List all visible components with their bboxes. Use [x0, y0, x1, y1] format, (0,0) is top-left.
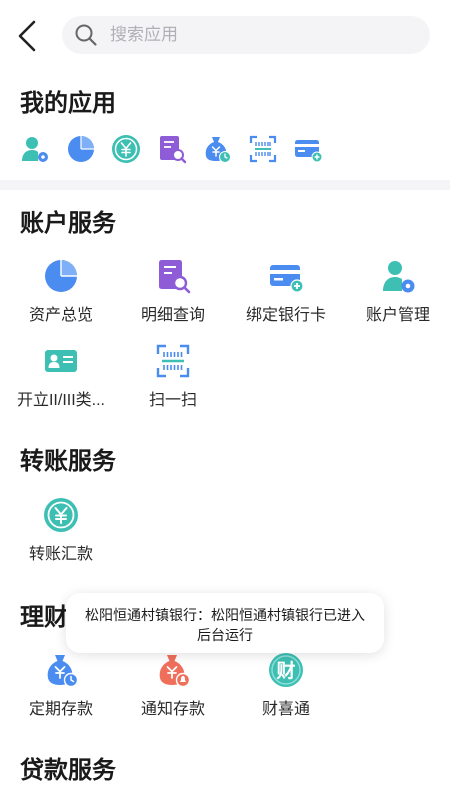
detail-query-item[interactable]: 明细查询 — [117, 258, 229, 326]
loan-services-title: 贷款服务 — [20, 757, 116, 784]
transfer-services-title: 转账服务 — [20, 448, 116, 475]
money-bag-clock-icon — [47, 655, 79, 688]
caixitong-label: 财喜通 — [261, 701, 310, 718]
document-search-icon[interactable] — [157, 134, 187, 164]
asset-overview-item[interactable]: 资产总览 — [5, 258, 117, 326]
bank-card-add-icon[interactable] — [293, 134, 323, 164]
caixitong-item[interactable]: 财 财喜通 — [230, 652, 342, 720]
pie-chart-icon[interactable] — [66, 134, 96, 164]
my-apps-title: 我的应用 — [20, 90, 116, 117]
scan-item[interactable]: 扫一扫 — [117, 343, 229, 411]
cai-glyph: 财 — [276, 659, 295, 682]
detail-query-label: 明细查询 — [140, 307, 205, 324]
back-arrow-icon[interactable] — [14, 18, 44, 54]
document-search-icon — [159, 260, 191, 294]
notice-deposit-label: 通知存款 — [140, 701, 205, 718]
transfer-remittance-label: 转账汇款 — [28, 546, 93, 563]
money-bag-bell-icon — [159, 655, 191, 688]
open-account-class-label: 开立II/III类... — [16, 392, 105, 409]
fixed-deposit-label: 定期存款 — [28, 701, 93, 718]
notice-deposit-item[interactable]: 通知存款 — [117, 652, 229, 720]
my-apps-row — [20, 134, 339, 172]
search-icon — [75, 24, 97, 46]
user-settings-icon[interactable] — [20, 134, 50, 164]
bind-bank-card-item[interactable]: 绑定银行卡 — [230, 258, 342, 326]
search-placeholder: 搜索应用 — [110, 25, 178, 44]
scan-label: 扫一扫 — [148, 392, 197, 409]
fixed-deposit-item[interactable]: 定期存款 — [5, 652, 117, 720]
account-management-item[interactable]: 账户管理 — [342, 258, 450, 326]
bind-bank-card-label: 绑定银行卡 — [245, 307, 326, 324]
account-management-label: 账户管理 — [365, 307, 430, 324]
top-bar: 搜索应用 — [0, 0, 450, 72]
money-bag-clock-icon[interactable] — [202, 134, 232, 164]
section-divider — [0, 180, 450, 190]
transfer-remittance-item[interactable]: 转账汇款 — [5, 497, 117, 565]
user-settings-icon — [383, 261, 415, 293]
pie-chart-icon — [45, 260, 77, 292]
yuan-coin-icon — [44, 498, 78, 532]
background-toast: 松阳恒通村镇银行：松阳恒通村镇银行已进入后台运行 — [66, 593, 384, 653]
search-input[interactable]: 搜索应用 — [62, 16, 430, 54]
bank-card-add-icon — [270, 265, 304, 293]
scan-icon — [156, 344, 190, 378]
id-card-icon — [45, 350, 77, 372]
open-account-class-item[interactable]: 开立II/III类... — [5, 343, 117, 411]
account-services-title: 账户服务 — [20, 210, 116, 237]
cai-badge-icon: 财 — [269, 653, 303, 687]
scan-icon[interactable] — [248, 134, 278, 164]
yuan-coin-icon[interactable] — [111, 134, 141, 164]
wealth-services-title: 理财 — [20, 604, 68, 631]
asset-overview-label: 资产总览 — [28, 307, 93, 324]
